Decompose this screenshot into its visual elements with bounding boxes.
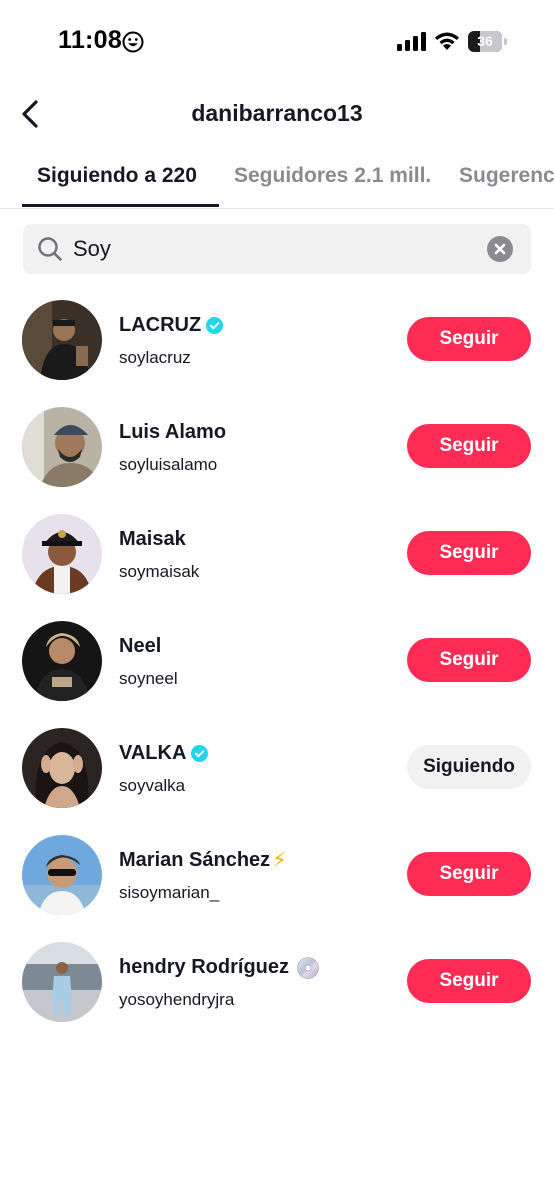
username: yosoyhendryjra (119, 990, 235, 1009)
smiley-icon (122, 31, 144, 53)
username: soyneel (119, 669, 178, 688)
tab-following[interactable]: Siguiendo a 220 (37, 164, 197, 188)
username: soylacruz (119, 348, 191, 367)
verified-badge-icon (191, 745, 209, 762)
username: sisoymarian_ (119, 883, 220, 902)
username: soyluisalamo (119, 455, 218, 474)
tab-suggestions[interactable]: Sugerenc (459, 164, 554, 188)
user-name-line: LACRUZ (119, 314, 224, 337)
display-name: VALKA (119, 742, 187, 764)
search-bar (23, 224, 531, 274)
user-name-line: Maisak (119, 528, 186, 551)
display-name: Maisak (119, 528, 186, 550)
follow-button[interactable]: Seguir (407, 852, 531, 896)
user-row-neel[interactable]: Neel soyneel Seguir (0, 617, 554, 705)
display-name: Marian Sánchez (119, 849, 271, 871)
user-name-line: Luis Alamo (119, 421, 226, 444)
avatar[interactable] (22, 514, 102, 594)
user-row-luis-alamo[interactable]: Luis Alamo soyluisalamo Seguir (0, 403, 554, 491)
follow-button[interactable]: Seguir (407, 959, 531, 1003)
user-row-valka[interactable]: VALKA soyvalka Siguiendo (0, 724, 554, 812)
tab-followers[interactable]: Seguidores 2.1 mill. (234, 164, 431, 188)
display-name: LACRUZ (119, 314, 202, 336)
user-row-hendry-rodriguez[interactable]: hendry Rodríguez yosoyhendryjra Seguir (0, 938, 554, 1026)
active-tab-indicator (22, 204, 219, 207)
user-row-marian-sanchez[interactable]: Marian Sánchez ⚡ sisoymarian_ Seguir (0, 831, 554, 919)
following-button[interactable]: Siguiendo (407, 745, 531, 789)
user-name-line: VALKA (119, 742, 209, 765)
follow-button[interactable]: Seguir (407, 531, 531, 575)
close-icon (494, 243, 506, 255)
lightning-bolt-icon: ⚡ (272, 849, 287, 872)
user-name-line: Neel (119, 635, 161, 658)
avatar[interactable] (22, 407, 102, 487)
user-name-line: hendry Rodríguez (119, 956, 319, 979)
user-name-line: Marian Sánchez ⚡ (119, 849, 287, 872)
avatar[interactable] (22, 621, 102, 701)
status-bar: 11:08 36 (0, 0, 554, 80)
wifi-icon (435, 32, 459, 50)
cellular-signal-icon (397, 32, 426, 51)
tab-bar: Siguiendo a 220 Seguidores 2.1 mill. Sug… (0, 160, 554, 209)
status-time: 11:08 (58, 26, 123, 54)
clear-search-button[interactable] (487, 236, 513, 262)
display-name: hendry Rodríguez (119, 956, 290, 978)
avatar[interactable] (22, 942, 102, 1022)
username: soymaisak (119, 562, 200, 581)
page-title: danibarranco13 (191, 100, 363, 126)
display-name: Neel (119, 635, 162, 657)
user-row-maisak[interactable]: Maisak soymaisak Seguir (0, 510, 554, 598)
avatar[interactable] (22, 728, 102, 808)
username: soyvalka (119, 776, 186, 795)
battery-icon: 36 (468, 31, 508, 52)
follow-button[interactable]: Seguir (407, 424, 531, 468)
follow-button[interactable]: Seguir (407, 638, 531, 682)
search-input[interactable] (73, 232, 473, 266)
avatar[interactable] (22, 300, 102, 380)
follow-button[interactable]: Seguir (407, 317, 531, 361)
display-name: Luis Alamo (119, 421, 227, 443)
verified-badge-icon (206, 317, 224, 334)
user-row-lacruz[interactable]: LACRUZ soylacruz Seguir (0, 296, 554, 384)
cd-disc-icon (297, 956, 319, 979)
search-icon (38, 237, 62, 261)
battery-level: 36 (477, 33, 493, 49)
avatar[interactable] (22, 835, 102, 915)
